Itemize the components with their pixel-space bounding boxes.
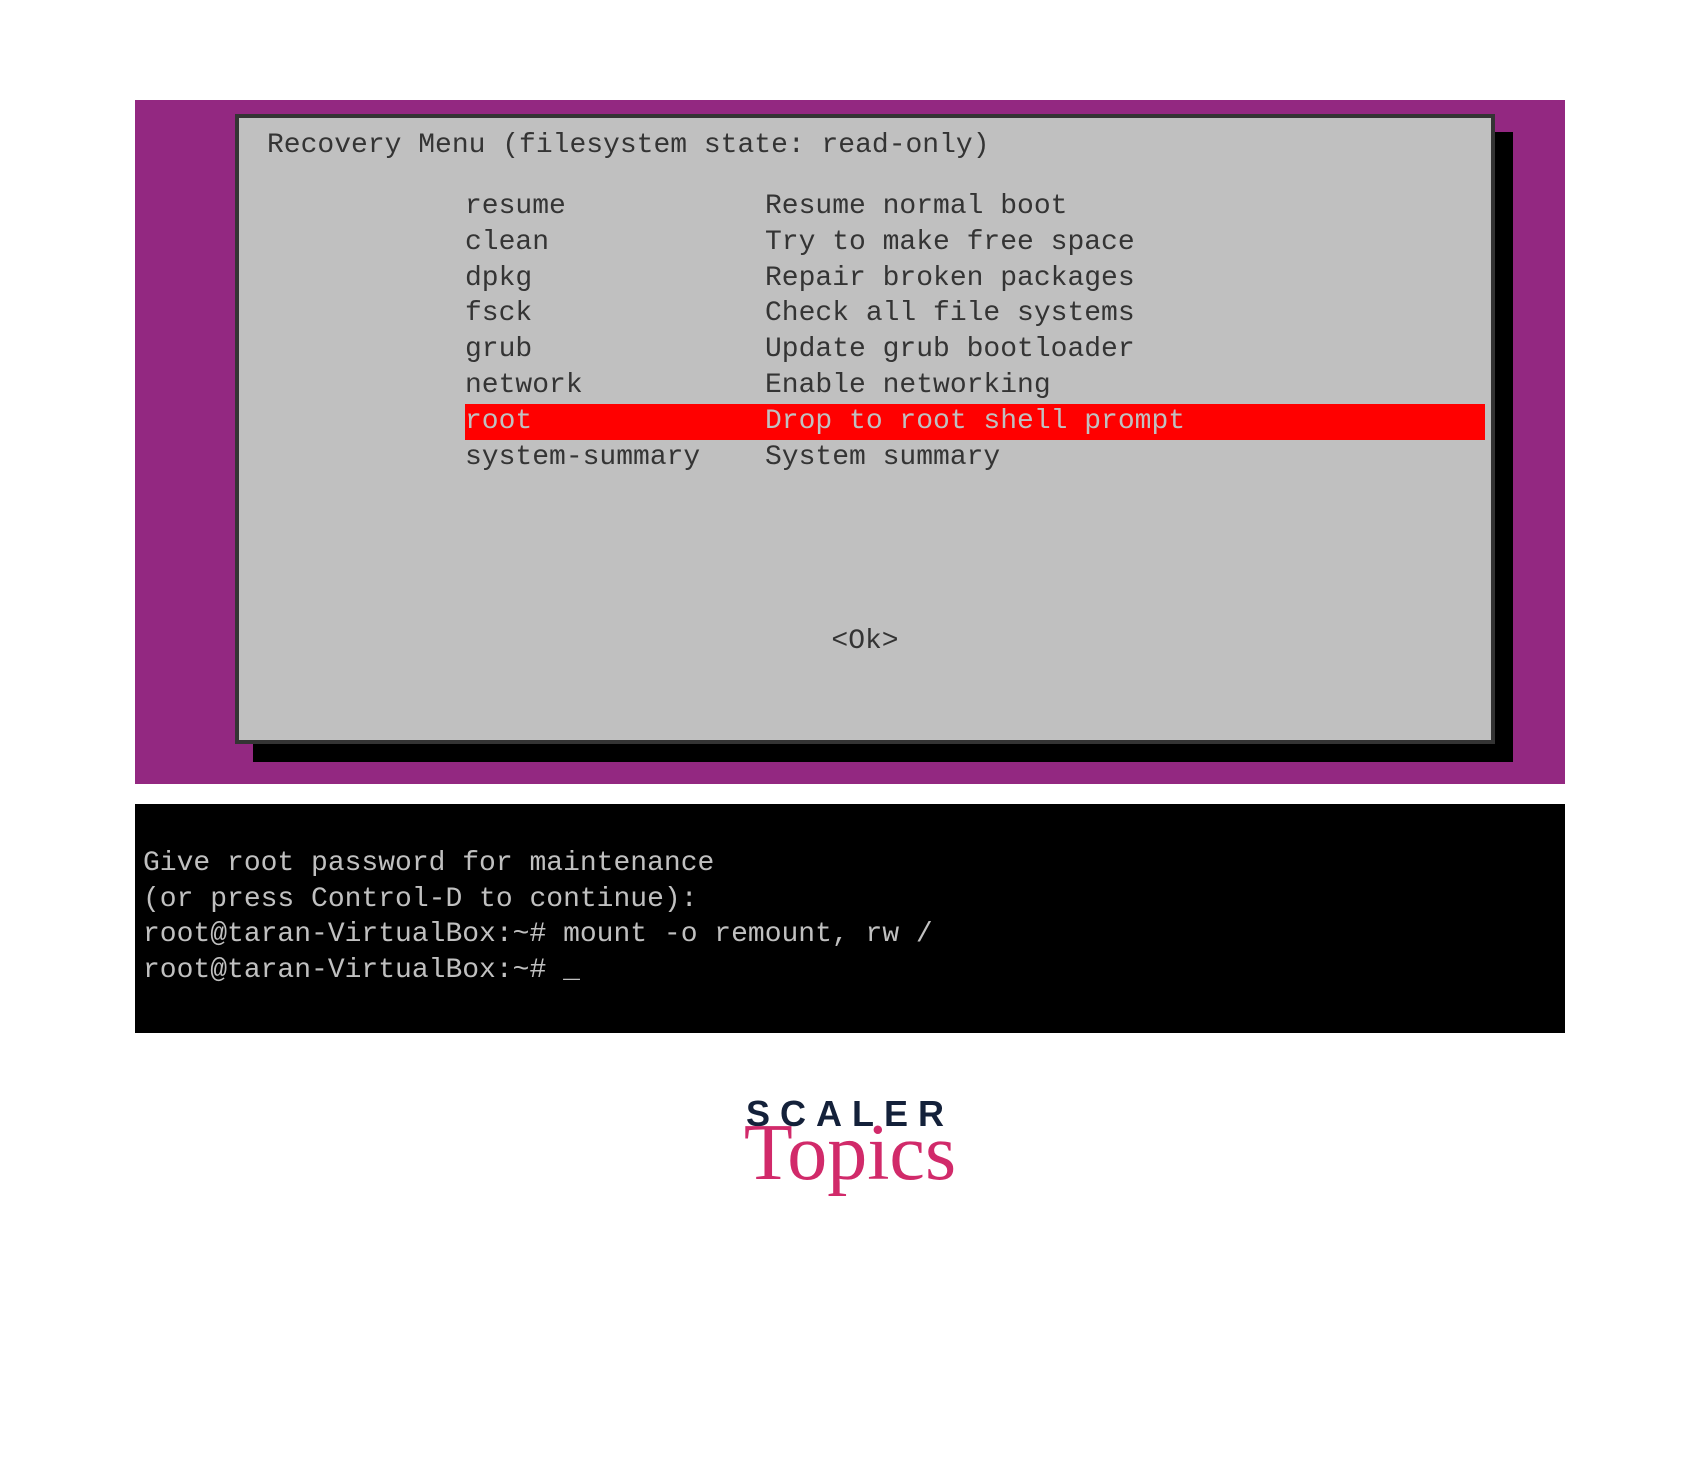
menu-item-grub[interactable]: grub Update grub bootloader	[465, 332, 1485, 368]
ok-button[interactable]: <Ok>	[831, 626, 898, 657]
menu-item-network[interactable]: network Enable networking	[465, 368, 1485, 404]
purple-background: Recovery Menu (filesystem state: read-on…	[135, 100, 1565, 784]
menu-box-wrap: Recovery Menu (filesystem state: read-on…	[135, 100, 1565, 744]
terminal-line: root@taran-VirtualBox:~# mount -o remoun…	[143, 919, 933, 950]
menu-item-label: Drop to root shell prompt	[765, 404, 1185, 440]
menu-item-key: network	[465, 368, 765, 404]
terminal-line: (or press Control-D to continue):	[143, 884, 698, 915]
recovery-menu-list[interactable]: resume Resume normal boot clean Try to m…	[465, 189, 1485, 476]
menu-item-key: fsck	[465, 296, 765, 332]
terminal-line: root@taran-VirtualBox:~# _	[143, 955, 580, 986]
menu-item-clean[interactable]: clean Try to make free space	[465, 225, 1485, 261]
menu-item-label: Resume normal boot	[765, 189, 1067, 225]
menu-item-fsck[interactable]: fsck Check all file systems	[465, 296, 1485, 332]
menu-item-key: root	[465, 404, 765, 440]
menu-item-key: grub	[465, 332, 765, 368]
menu-item-root[interactable]: root Drop to root shell prompt	[465, 404, 1485, 440]
menu-item-label: Try to make free space	[765, 225, 1135, 261]
branding-logo: SCALER Topics	[744, 1093, 956, 1189]
page-root: Recovery Menu (filesystem state: read-on…	[0, 0, 1700, 1483]
root-shell-terminal[interactable]: Give root password for maintenance (or p…	[135, 804, 1565, 1033]
menu-item-label: Repair broken packages	[765, 261, 1135, 297]
menu-item-label: System summary	[765, 440, 1000, 476]
menu-item-label: Update grub bootloader	[765, 332, 1135, 368]
menu-item-key: resume	[465, 189, 765, 225]
recovery-menu-dialog: Recovery Menu (filesystem state: read-on…	[235, 114, 1495, 744]
menu-item-dpkg[interactable]: dpkg Repair broken packages	[465, 261, 1485, 297]
menu-item-system-summary[interactable]: system-summary System summary	[465, 440, 1485, 476]
terminal-line: Give root password for maintenance	[143, 848, 714, 879]
branding-topics: Topics	[744, 1117, 956, 1189]
recovery-menu-title: Recovery Menu (filesystem state: read-on…	[245, 124, 1485, 189]
menu-item-label: Check all file systems	[765, 296, 1135, 332]
menu-item-key: system-summary	[465, 440, 765, 476]
menu-item-key: clean	[465, 225, 765, 261]
screenshot-card: Recovery Menu (filesystem state: read-on…	[135, 100, 1565, 1033]
menu-item-resume[interactable]: resume Resume normal boot	[465, 189, 1485, 225]
menu-item-key: dpkg	[465, 261, 765, 297]
menu-shadow-wrap: Recovery Menu (filesystem state: read-on…	[235, 114, 1495, 744]
ok-button-row: <Ok>	[245, 626, 1485, 657]
menu-item-label: Enable networking	[765, 368, 1051, 404]
purple-inner: Recovery Menu (filesystem state: read-on…	[135, 100, 1565, 784]
